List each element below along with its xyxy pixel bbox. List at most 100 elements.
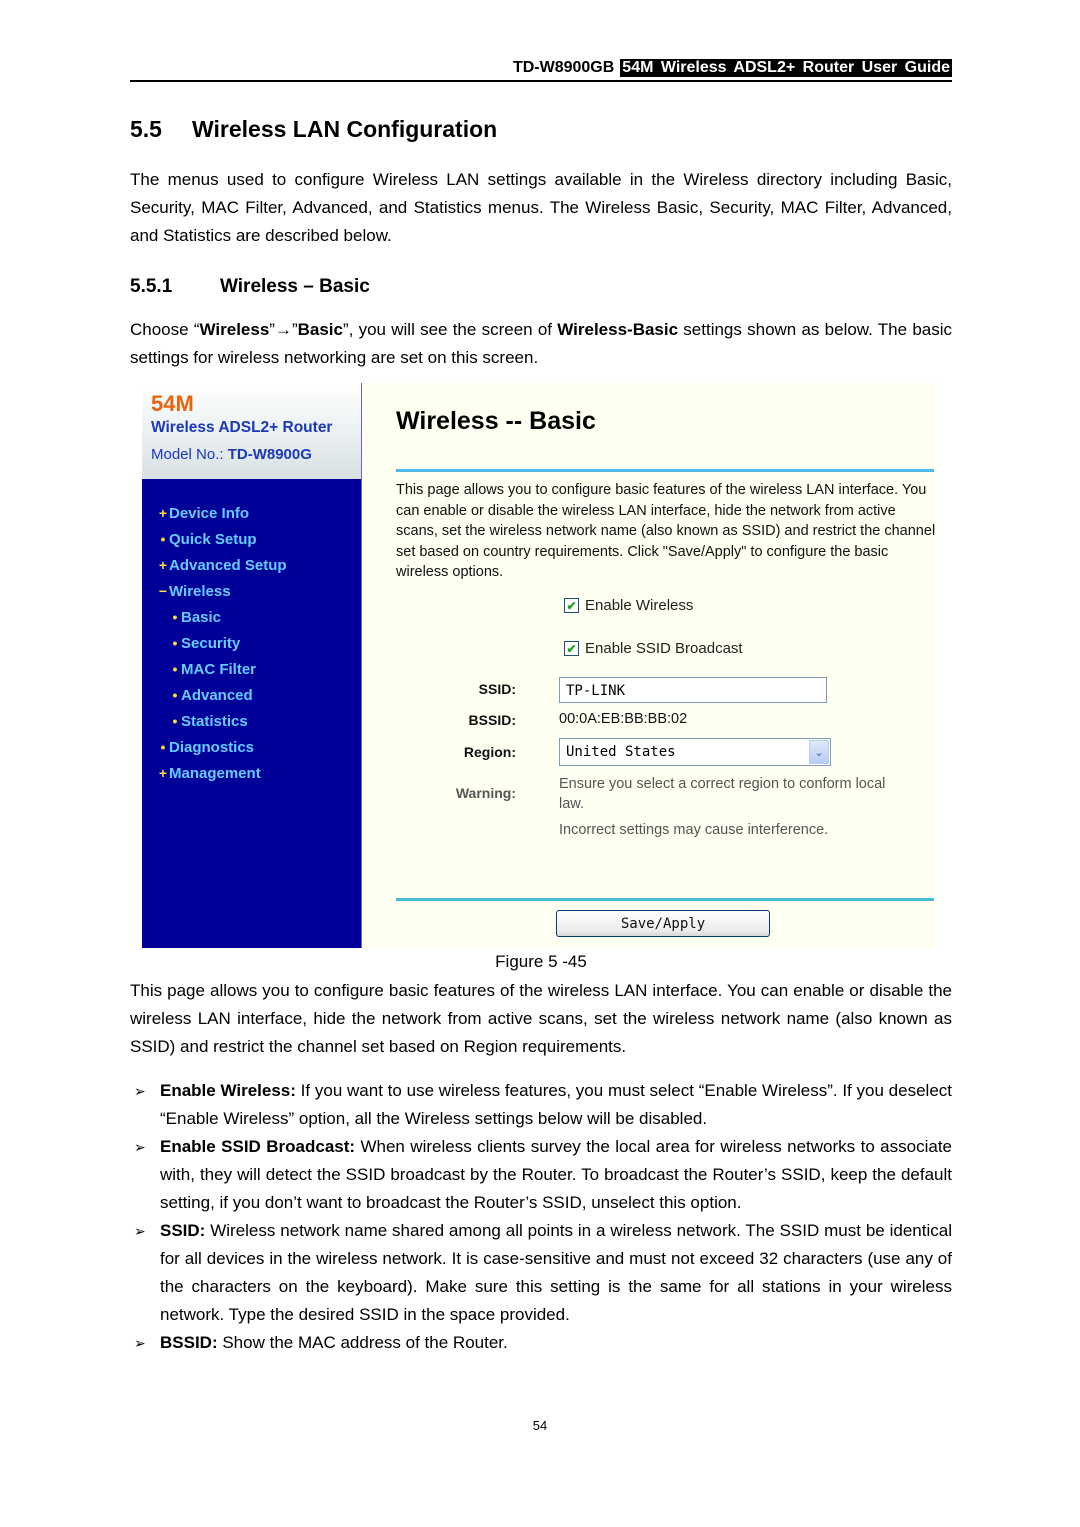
arrow-bullet-icon: ➢ xyxy=(134,1083,146,1099)
nav-item-mac-filter[interactable]: • MAC Filter xyxy=(142,656,361,682)
field-term: Enable SSID Broadcast: xyxy=(160,1137,356,1156)
page-number: 54 xyxy=(532,1418,548,1433)
nav-item-label: Quick Setup xyxy=(169,530,257,548)
enable-ssid-broadcast-row[interactable]: ✔ Enable SSID Broadcast xyxy=(564,640,743,657)
nav-item-label: Statistics xyxy=(181,712,248,730)
subsection-heading: 5.5.1 Wireless – Basic xyxy=(130,276,370,298)
arrow-icon: ”→” xyxy=(269,320,298,339)
bullet-icon: • xyxy=(172,713,178,729)
enable-wireless-checkbox[interactable]: ✔ xyxy=(564,598,579,613)
nav-item-label: Wireless xyxy=(169,582,231,600)
text: Choose “ xyxy=(130,320,200,339)
warning-line-2: Incorrect settings may cause interferenc… xyxy=(559,822,829,838)
ssid-label: SSID: xyxy=(478,681,516,697)
arrow-bullet-icon: ➢ xyxy=(134,1223,146,1239)
warning-line-1: Ensure you select a correct region to co… xyxy=(559,776,886,812)
enable-wireless-row[interactable]: ✔ Enable Wireless xyxy=(564,597,693,614)
figure-explanation: This page allows you to configure basic … xyxy=(130,981,952,1056)
expand-icon: + xyxy=(158,505,168,521)
enable-wireless-label: Enable Wireless xyxy=(585,597,694,614)
header-model: TD-W8900GB xyxy=(512,59,615,76)
subsection-title: Wireless – Basic xyxy=(220,276,370,297)
field-description-list: ➢ Enable Wireless: If you want to use wir… xyxy=(130,1077,952,1357)
brand-model: Model No.: TD-W8900G xyxy=(151,446,312,463)
nav-item-quick-setup[interactable]: • Quick Setup xyxy=(142,526,361,552)
field-description-item: ➢ SSID: Wireless network name shared amon… xyxy=(130,1217,952,1329)
field-description: Wireless network name shared among all p… xyxy=(160,1221,952,1324)
running-header: TD-W8900GB 54M Wireless ADSL2+ Router Us… xyxy=(130,56,952,80)
nav-item-label: MAC Filter xyxy=(181,660,256,678)
nav-item-label: Advanced Setup xyxy=(169,556,287,574)
section-intro: The menus used to configure Wireless LAN… xyxy=(130,170,952,245)
ssid-input[interactable]: TP-LINK xyxy=(559,677,827,703)
bullet-icon: • xyxy=(172,661,178,677)
header-guide-title: 54M Wireless ADSL2+ Router User Guide xyxy=(620,59,952,77)
bullet-icon: • xyxy=(172,635,178,651)
figure-caption: Figure 5 -45 xyxy=(495,952,587,971)
header-rule xyxy=(130,80,952,82)
section-number: 5.5 xyxy=(130,116,162,142)
bssid-label: BSSID: xyxy=(468,712,516,728)
nav-item-label: Advanced xyxy=(181,686,253,704)
nav-item-label: Security xyxy=(181,634,241,652)
region-select[interactable]: United States ⌄ xyxy=(559,738,831,766)
collapse-icon: − xyxy=(158,583,168,599)
enable-ssid-broadcast-checkbox[interactable]: ✔ xyxy=(564,641,579,656)
brand-speed: 54M xyxy=(151,391,194,416)
router-brand: 54M Wireless ADSL2+ Router Model No.: TD… xyxy=(142,383,361,479)
menu-wireless: Wireless xyxy=(199,320,270,339)
bssid-value: 00:0A:EB:BB:BB:02 xyxy=(559,711,688,727)
bullet-icon: • xyxy=(172,609,178,625)
nav-item-advanced[interactable]: • Advanced xyxy=(142,682,361,708)
router-nav-menu: + Device Info • Quick Setup + Advanced Setup −… xyxy=(142,500,361,786)
router-content: Wireless -- Basic This page allows you t… xyxy=(362,383,938,948)
field-description-item: ➢ Enable Wireless: If you want to use wir… xyxy=(130,1077,952,1133)
nav-item-label: Basic xyxy=(181,608,222,626)
arrow-bullet-icon: ➢ xyxy=(134,1139,146,1155)
nav-item-label: Diagnostics xyxy=(169,738,255,756)
section-title: Wireless LAN Configuration xyxy=(192,116,498,142)
nav-item-basic[interactable]: • Basic xyxy=(142,604,361,630)
region-selected-value: United States xyxy=(566,744,676,760)
arrow-bullet-icon: ➢ xyxy=(134,1335,146,1351)
field-description-item: ➢ Enable SSID Broadcast: When wireless cl… xyxy=(130,1133,952,1217)
router-sidebar: 54M Wireless ADSL2+ Router Model No.: TD… xyxy=(142,383,362,948)
router-page-description: This page allows you to configure basic … xyxy=(396,482,936,580)
nav-item-statistics[interactable]: • Statistics xyxy=(142,708,361,734)
field-term: Enable Wireless: xyxy=(160,1081,296,1100)
field-description: Show the MAC address of the Router. xyxy=(217,1333,508,1352)
region-label: Region: xyxy=(463,744,516,760)
field-description-item: ➢ BSSID: Show the MAC address of the Rout… xyxy=(130,1329,952,1357)
chevron-down-icon[interactable]: ⌄ xyxy=(809,740,829,764)
bullet-icon: • xyxy=(160,739,166,755)
subsection-number: 5.5.1 xyxy=(130,276,173,297)
choose-instruction: Choose “Wireless”→”Basic”, you will see … xyxy=(130,316,952,372)
brand-product: Wireless ADSL2+ Router xyxy=(151,419,333,436)
nav-item-device-info[interactable]: + Device Info xyxy=(142,500,361,526)
text: ”, you will see the screen of xyxy=(342,320,558,339)
section-heading: 5.5 Wireless LAN Configuration xyxy=(130,116,497,143)
field-term: SSID: xyxy=(160,1221,206,1240)
nav-item-label: Management xyxy=(169,764,261,782)
model-label: Model No.: xyxy=(151,446,224,463)
nav-item-security[interactable]: • Security xyxy=(142,630,361,656)
nav-item-label: Device Info xyxy=(169,504,250,522)
nav-item-advanced-setup[interactable]: + Advanced Setup xyxy=(142,552,361,578)
nav-item-diagnostics[interactable]: • Diagnostics xyxy=(142,734,361,760)
footer-rule xyxy=(396,898,934,901)
router-screenshot: 54M Wireless ADSL2+ Router Model No.: TD… xyxy=(142,383,938,948)
bullet-icon: • xyxy=(172,687,178,703)
router-page-title: Wireless -- Basic xyxy=(396,407,596,435)
warning-label: Warning: xyxy=(455,785,516,801)
title-rule xyxy=(396,469,934,472)
nav-item-wireless[interactable]: − Wireless xyxy=(142,578,361,604)
expand-icon: + xyxy=(158,557,168,573)
save-apply-button[interactable]: Save/Apply xyxy=(556,910,770,937)
field-term: BSSID: xyxy=(160,1333,218,1352)
enable-ssid-broadcast-label: Enable SSID Broadcast xyxy=(585,640,743,657)
model-value: TD-W8900G xyxy=(227,446,312,463)
menu-basic: Basic xyxy=(297,320,343,339)
screen-name: Wireless-Basic xyxy=(557,320,679,339)
expand-icon: + xyxy=(158,765,168,781)
nav-item-management[interactable]: + Management xyxy=(142,760,361,786)
